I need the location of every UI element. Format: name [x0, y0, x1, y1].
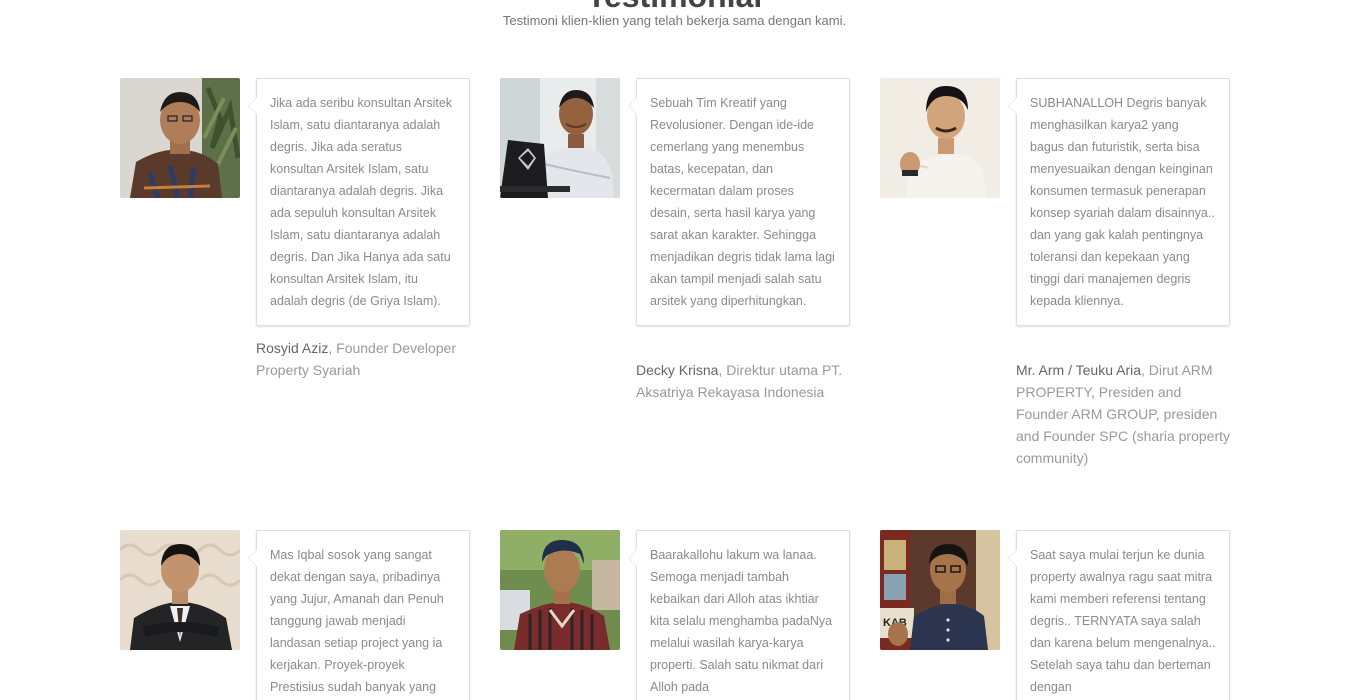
client-photo: KAB [880, 530, 1000, 650]
author-name: Mr. Arm / Teuku Aria [1016, 362, 1142, 378]
client-photo [120, 530, 240, 650]
testimonial-author: Mr. Arm / Teuku Aria, Dirut ARM PROPERTY… [1016, 359, 1232, 469]
section-subtitle: Testimoni klien-klien yang telah bekerja… [502, 13, 847, 28]
testimonial-quote: Jika ada seribu konsultan Arsitek Islam,… [248, 78, 470, 326]
testimonial-section: Testimonial Testimoni klien-klien yang t… [0, 0, 1349, 700]
client-photo [500, 530, 620, 650]
testimonial-quote: SUBHANALLOH Degris banyak menghasilkan k… [1008, 78, 1230, 326]
testimonial-quote: Sebuah Tim Kreatif yang Revolusioner. De… [628, 78, 850, 326]
testimonial-quote: Mas Iqbal sosok yang sangat dekat dengan… [248, 530, 470, 700]
client-photo [500, 78, 620, 198]
author-name: Rosyid Aziz [256, 340, 329, 356]
testimonial-author: Decky Krisna, Direktur utama PT. Aksatri… [636, 359, 852, 403]
testimonial-quote: Saat saya mulai terjun ke dunia property… [1008, 530, 1230, 700]
client-photo [120, 78, 240, 198]
testimonial-quote: Baarakallohu lakum wa lanaa. Semoga menj… [628, 530, 850, 700]
author-name: Decky Krisna [636, 362, 719, 378]
testimonial-author: Rosyid Aziz, Founder Developer Property … [256, 337, 472, 381]
client-photo [880, 78, 1000, 198]
